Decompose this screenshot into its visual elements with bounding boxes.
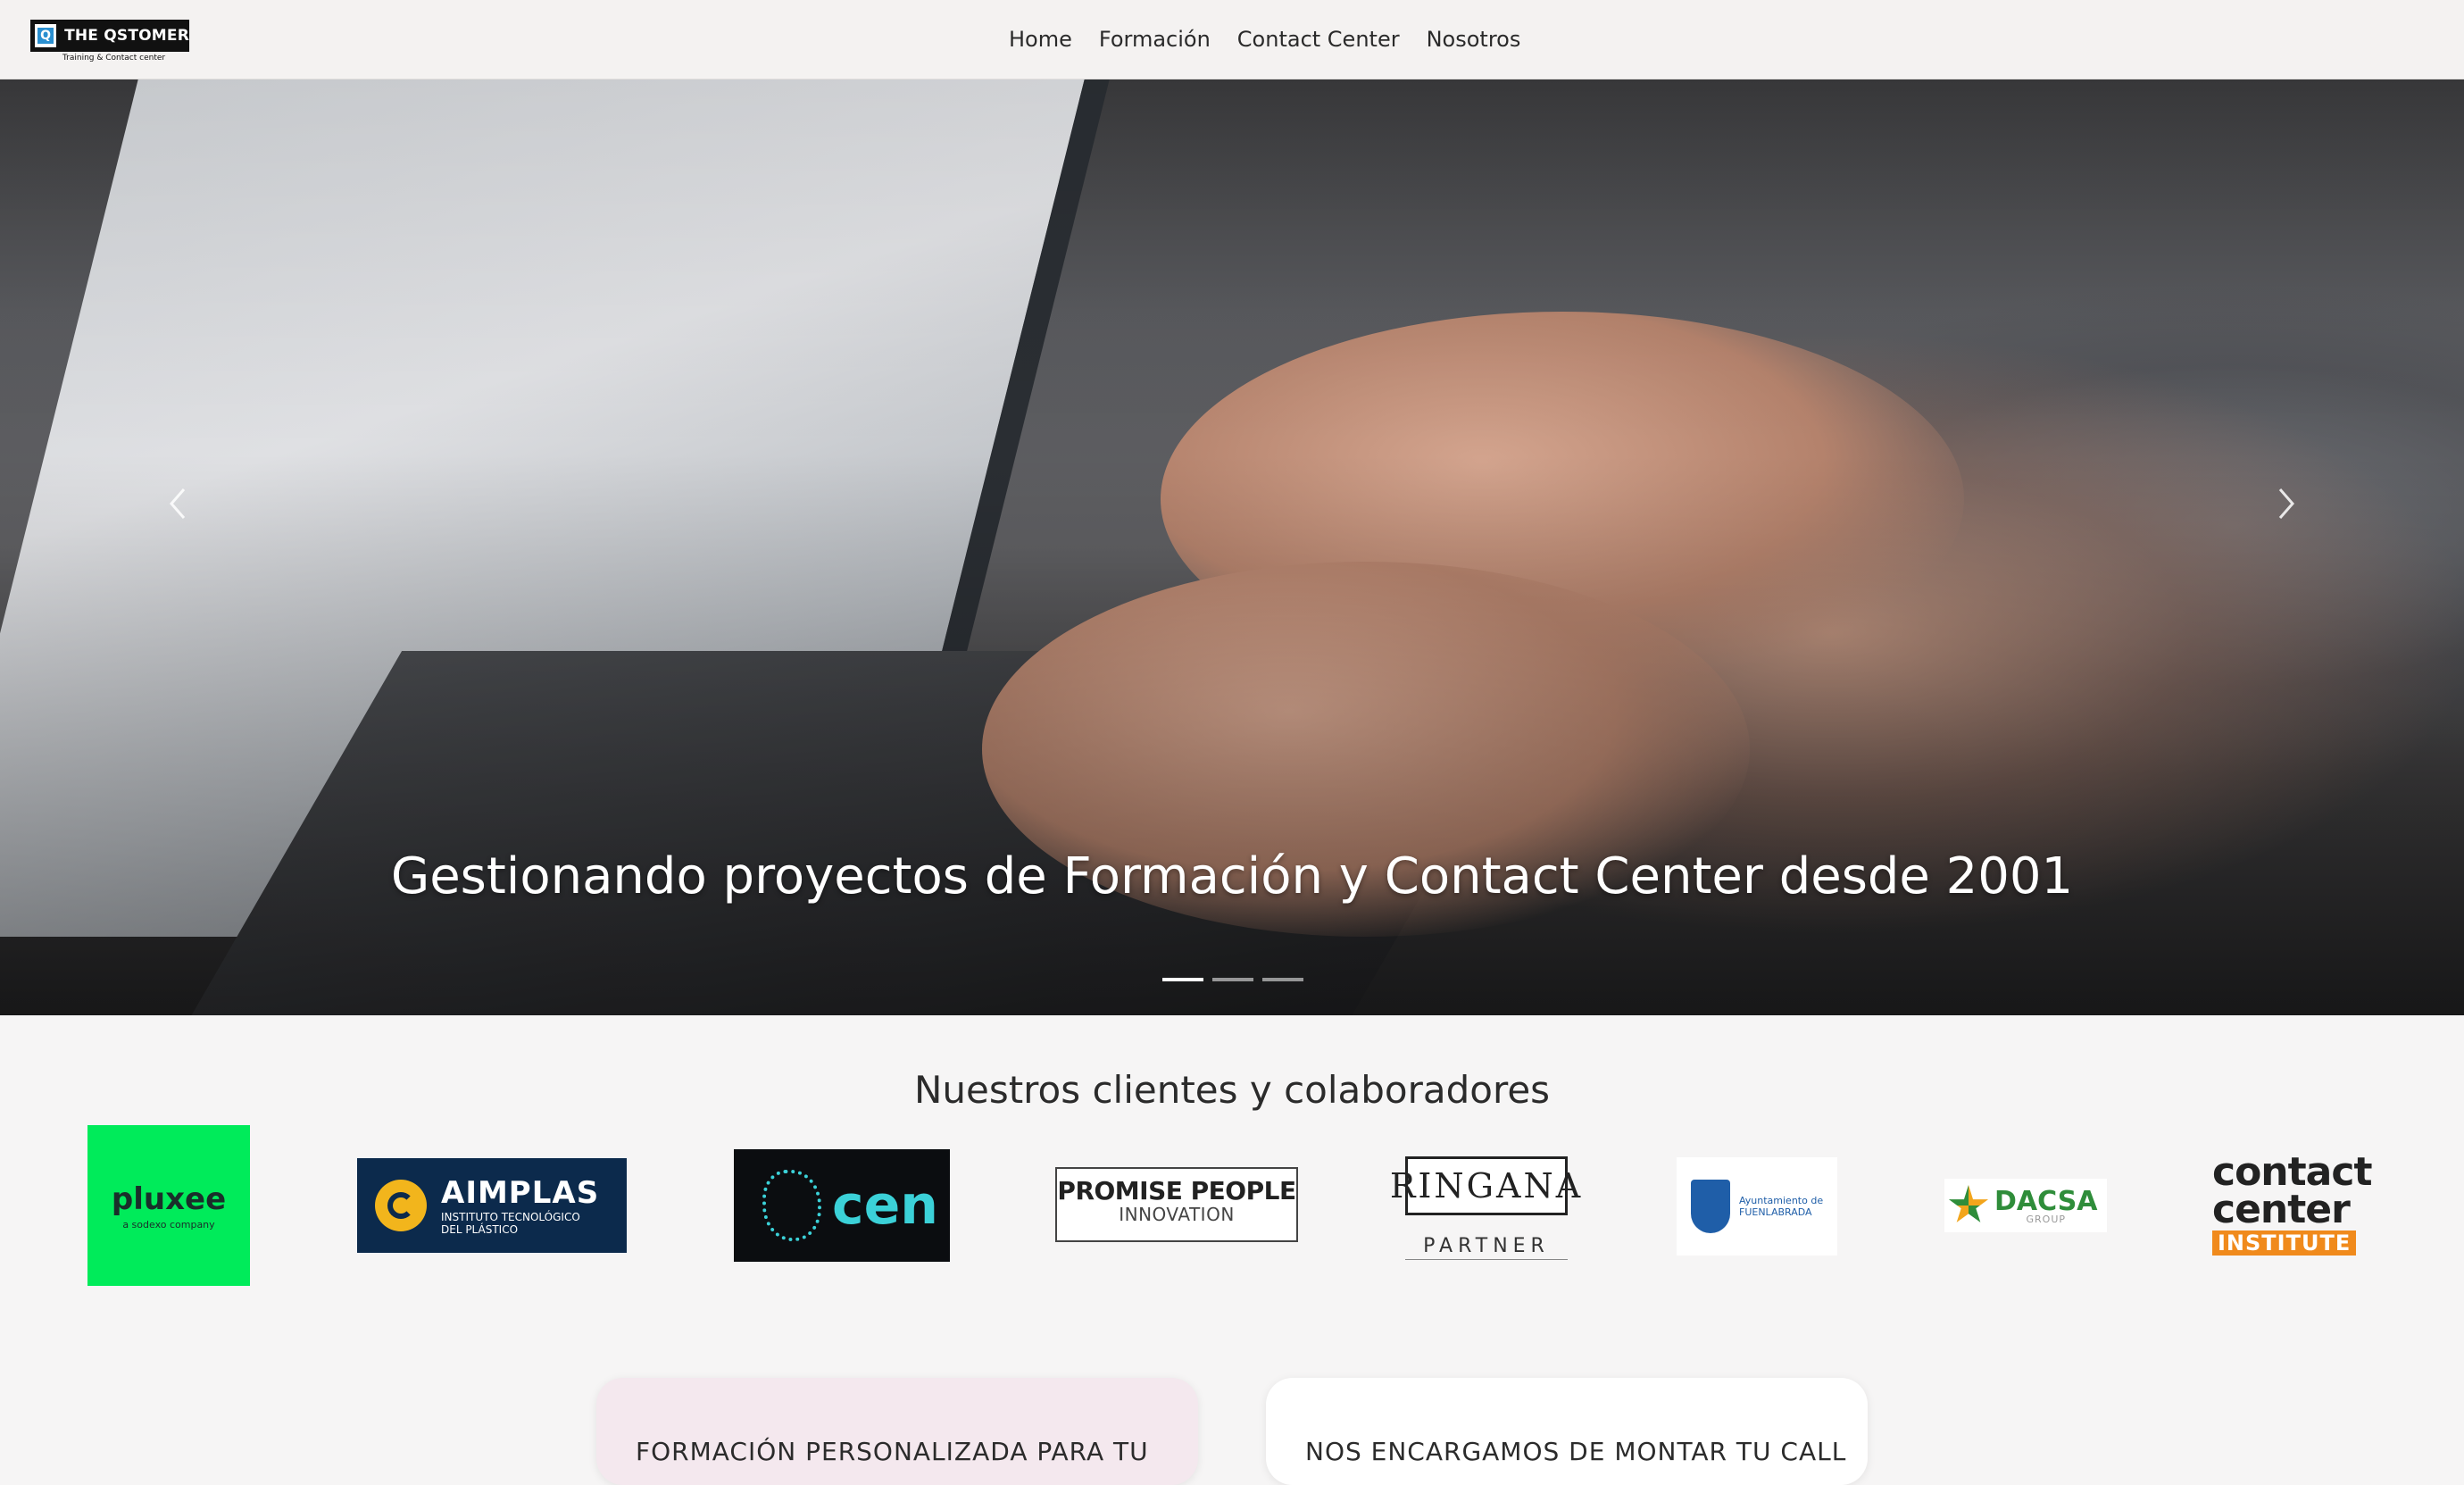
- ringana-partner: PARTNER: [1405, 1235, 1568, 1260]
- aimplas-line1: INSTITUTO TECNOLÓGICO: [441, 1211, 580, 1223]
- nav-nosotros[interactable]: Nosotros: [1427, 27, 1521, 52]
- cci-line3: INSTITUTE: [2212, 1231, 2357, 1256]
- client-logo-fuenlabrada: Ayuntamiento de FUENLABRADA: [1677, 1157, 1837, 1256]
- cci-line1: contact: [2212, 1149, 2372, 1195]
- client-logo-ringana: RINGANA PARTNER: [1390, 1156, 1580, 1260]
- client-logo-pluxee: pluxee a sodexo company: [87, 1125, 250, 1286]
- nav-formacion[interactable]: Formación: [1099, 27, 1211, 52]
- ringana-name: RINGANA: [1390, 1156, 1580, 1215]
- clients-heading: Nuestros clientes y colaboradores: [913, 1068, 1551, 1112]
- carousel-indicator-2[interactable]: [1212, 978, 1253, 981]
- top-navbar: Q THE QSTOMER Training & Contact center …: [0, 0, 2464, 79]
- dacsa-star-icon: [1948, 1185, 1989, 1222]
- nav-contact-center[interactable]: Contact Center: [1237, 27, 1400, 52]
- brand-mark-icon: Q: [35, 24, 57, 47]
- dacsa-name: DACSA: [1994, 1186, 2098, 1217]
- cen-name: cen: [832, 1174, 938, 1237]
- carousel-next-button[interactable]: [2259, 477, 2312, 530]
- promise-sub: INNOVATION: [1119, 1204, 1235, 1225]
- client-logo-contact-center-institute: contact center INSTITUTE: [2212, 1149, 2377, 1259]
- pluxee-name: pluxee: [111, 1180, 227, 1217]
- service-card-formacion[interactable]: FORMACIÓN PERSONALIZADA PARA TU: [596, 1378, 1198, 1485]
- carousel-prev-button[interactable]: [152, 477, 205, 530]
- brand-name: THE QSTOMER: [64, 27, 189, 45]
- fuenlabrada-line1: Ayuntamiento de: [1739, 1195, 1824, 1206]
- promise-name: PROMISE PEOPLE: [1057, 1176, 1296, 1206]
- aimplas-name: AIMPLAS: [441, 1175, 600, 1211]
- carousel-indicator-1[interactable]: [1162, 978, 1203, 981]
- hero-caption: Gestionando proyectos de Formación y Con…: [390, 847, 2074, 905]
- brain-icon: [762, 1170, 821, 1241]
- service-card-call-center[interactable]: NOS ENCARGAMOS DE MONTAR TU CALL: [1266, 1378, 1868, 1485]
- pluxee-sub: a sodexo company: [122, 1218, 215, 1231]
- brand-logo-box: Q THE QSTOMER: [30, 20, 189, 52]
- aimplas-emblem-icon: [375, 1180, 427, 1231]
- cci-line2: center: [2212, 1187, 2351, 1232]
- chevron-left-icon: [170, 488, 186, 519]
- chevron-right-icon: [2278, 488, 2294, 519]
- service-card-call-center-title: NOS ENCARGAMOS DE MONTAR TU CALL: [1305, 1437, 1847, 1466]
- client-logo-cen: cen: [734, 1149, 950, 1262]
- coat-of-arms-icon: [1691, 1180, 1730, 1233]
- client-logo-aimplas: AIMPLAS INSTITUTO TECNOLÓGICO DEL PLÁSTI…: [357, 1158, 627, 1253]
- service-card-formacion-title: FORMACIÓN PERSONALIZADA PARA TU: [636, 1437, 1149, 1466]
- hero-carousel: Gestionando proyectos de Formación y Con…: [0, 79, 2464, 1015]
- fuenlabrada-line2: FUENLABRADA: [1739, 1206, 1812, 1218]
- carousel-indicator-3[interactable]: [1262, 978, 1303, 981]
- aimplas-line2: DEL PLÁSTICO: [441, 1223, 519, 1236]
- main-nav: Home Formación Contact Center Nosotros: [1009, 0, 1520, 79]
- brand-mark-letter: Q: [37, 28, 54, 44]
- brand-tagline: Training & Contact center: [62, 54, 166, 63]
- brand-logo[interactable]: Q THE QSTOMER Training & Contact center: [30, 20, 191, 66]
- carousel-indicators: [1162, 978, 1303, 981]
- nav-home[interactable]: Home: [1009, 27, 1072, 52]
- client-logo-promise-people: PROMISE PEOPLE INNOVATION: [1055, 1167, 1298, 1242]
- client-logo-dacsa: DACSA GROUP: [1944, 1179, 2107, 1232]
